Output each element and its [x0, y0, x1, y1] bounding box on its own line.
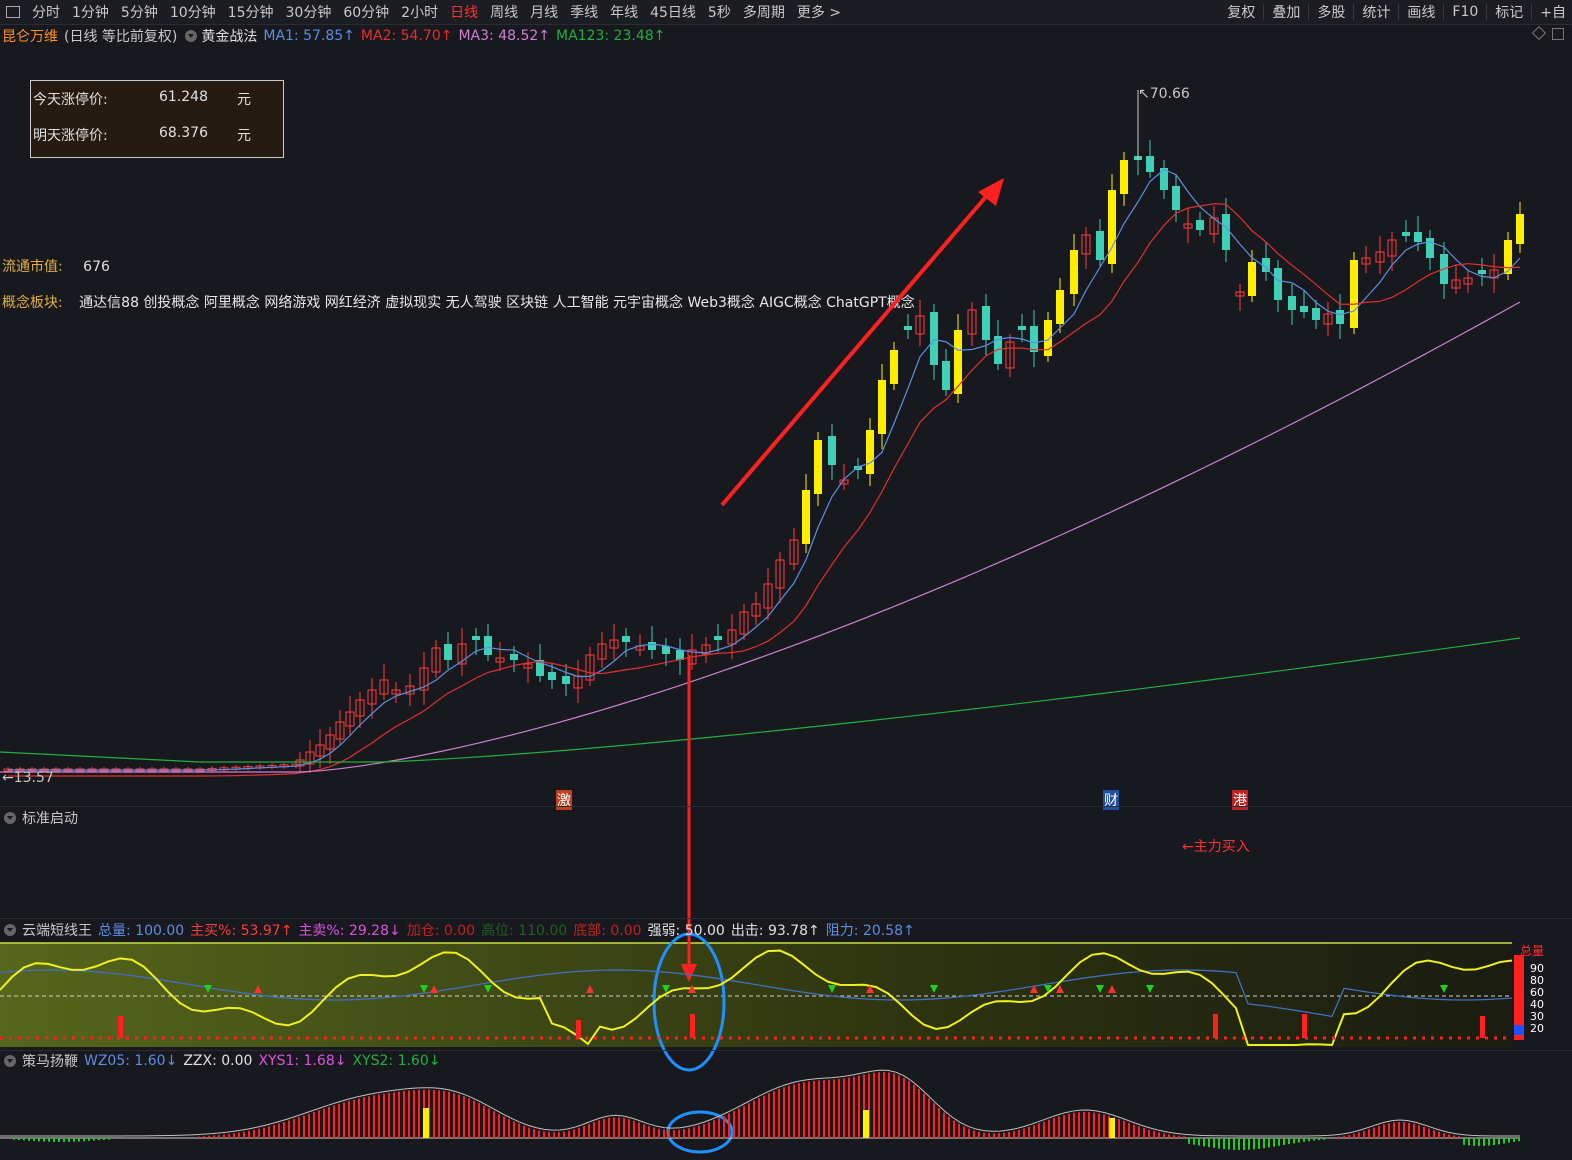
panel3-highlight-bar — [423, 1108, 429, 1138]
candle-body — [1414, 232, 1422, 242]
candle-body — [622, 636, 630, 642]
panel3-wz05: WZ05: 1.60↓ — [84, 1053, 178, 1069]
low-arrow-icon: ← — [2, 770, 14, 786]
panel2-bottom: 底部: 0.00 — [573, 923, 642, 939]
candle-body — [1196, 220, 1204, 230]
price-chart[interactable] — [0, 0, 1572, 1160]
candle-body — [954, 330, 962, 394]
panel2-scale-blue — [1514, 1025, 1524, 1035]
trend-arrow-line — [720, 190, 992, 507]
panel3-highlight-bar — [1109, 1118, 1115, 1138]
candle-body — [1146, 156, 1154, 172]
candle-body — [662, 646, 670, 654]
candle-body — [904, 326, 912, 330]
candle-body — [562, 676, 570, 684]
panel2-add-pos: 加仓: 0.00 — [406, 923, 476, 939]
candle-body — [648, 642, 656, 650]
candle-body — [828, 436, 836, 465]
candle-body — [878, 380, 886, 434]
panel2-signal-bar — [1213, 1014, 1218, 1038]
panel3-zzx: ZZX: 0.00 — [183, 1053, 253, 1069]
candle-body — [472, 636, 480, 640]
panel2-collapse-icon[interactable] — [4, 924, 16, 936]
candle-body — [1402, 232, 1410, 236]
panel1-title[interactable]: 标准启动 — [22, 808, 78, 828]
candle-body — [1096, 231, 1104, 260]
panel3-header: 策马扬鞭 WZ05: 1.60↓ ZZX: 0.00 XYS1: 1.68↓ X… — [0, 1051, 446, 1071]
candle-body — [1070, 250, 1078, 294]
candle-body — [1120, 160, 1128, 194]
candle-body — [548, 672, 556, 680]
candle-body — [1018, 326, 1026, 330]
candle-body — [1300, 306, 1308, 312]
main-buy-label: ←主力买入 — [1182, 839, 1250, 855]
ma3-line — [0, 301, 1521, 773]
candle-body — [510, 654, 518, 660]
panel1-collapse-icon[interactable] — [4, 812, 16, 824]
candle-body — [1312, 308, 1320, 320]
candle-body — [890, 350, 898, 384]
panel2-signal-bar — [576, 1020, 581, 1038]
candle-body — [1274, 268, 1282, 300]
divider-1 — [0, 806, 1572, 807]
panel2-signal-bar — [118, 1016, 123, 1038]
panel2-exit: 出击: 93.78↑ — [730, 923, 820, 939]
ma123-line — [0, 637, 1521, 763]
candle-body — [1350, 260, 1358, 328]
divider-2 — [0, 918, 1572, 919]
candle-body — [1248, 262, 1256, 296]
candle-body — [714, 636, 722, 640]
panel2-resistance: 阻力: 20.58↑ — [825, 923, 915, 939]
candle-body — [866, 430, 874, 474]
panel1-header: 标准启动 — [0, 808, 84, 828]
candle-body — [1172, 186, 1180, 210]
panel3-highlight-bar — [863, 1110, 869, 1138]
candle-body — [1288, 296, 1296, 310]
marker-gang: 港 — [1232, 790, 1248, 810]
candle-body — [1504, 240, 1512, 274]
scale-tag: 总量 — [1520, 944, 1545, 958]
scale-tick: 20 — [1530, 1022, 1544, 1035]
candle-body — [802, 490, 810, 544]
panel2-high-pos: 高位: 110.00 — [481, 923, 568, 939]
panel3-collapse-icon[interactable] — [4, 1055, 16, 1067]
marker-cai: 财 — [1103, 790, 1119, 810]
panel2-title[interactable]: 云端短线王 — [22, 920, 92, 940]
candle-body — [1478, 270, 1486, 274]
panel3-xys1: XYS1: 1.68↓ — [258, 1053, 347, 1069]
high-arrow-icon: ↖ — [1138, 86, 1150, 102]
candle-body — [942, 361, 950, 390]
candle-body — [982, 306, 990, 340]
high-price-label: ↖70.66 — [1138, 86, 1190, 102]
panel3-xys2: XYS2: 1.60↓ — [352, 1053, 441, 1069]
panel2-main-buy: 主买%: 53.97↑ — [190, 923, 293, 939]
ma2-line — [8, 203, 1521, 777]
marker-ji: 激 — [556, 790, 572, 810]
panel2-main-sell: 主卖%: 29.28↓ — [298, 923, 401, 939]
panel3-title[interactable]: 策马扬鞭 — [22, 1051, 78, 1071]
panel2-total: 总量: 100.00 — [98, 923, 185, 939]
candle-body — [1222, 214, 1230, 250]
candle-body — [1030, 326, 1038, 352]
panel2-signal-bar — [690, 1014, 695, 1038]
panel2-signal-bar — [1302, 1014, 1307, 1038]
panel2-signal-bar — [1480, 1016, 1485, 1038]
candle-body — [930, 312, 938, 365]
candle-body — [1336, 310, 1344, 324]
candle-body — [1426, 238, 1434, 258]
candle-body — [1516, 214, 1524, 244]
candle-body — [1056, 290, 1064, 324]
ma1-line — [8, 168, 1521, 771]
panel2-strength: 强弱: 50.00 — [647, 923, 725, 939]
low-price-label: ←13.57 — [2, 770, 54, 786]
candle-body — [444, 644, 452, 660]
panel2-header: 云端短线王 总量: 100.00 主买%: 53.97↑ 主卖%: 29.28↓… — [0, 920, 921, 940]
candle-body — [484, 636, 492, 655]
candle-body — [814, 440, 822, 494]
